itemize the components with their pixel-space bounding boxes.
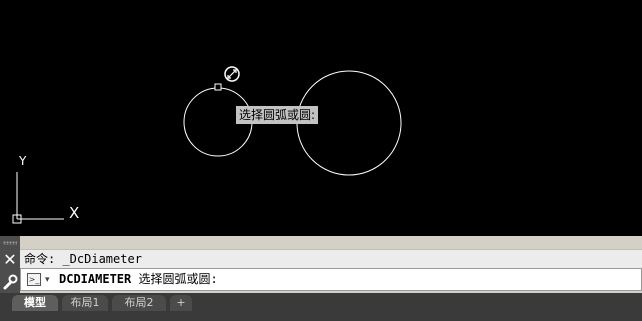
tab-model[interactable]: 模型 bbox=[12, 295, 58, 311]
tab-layout1[interactable]: 布局1 bbox=[62, 295, 108, 311]
drawing-area[interactable]: Y X 选择圆弧或圆: bbox=[0, 0, 642, 236]
wrench-icon[interactable] bbox=[0, 272, 20, 292]
ucs-icon: Y X bbox=[12, 154, 79, 224]
tab-layout2[interactable]: 布局2 bbox=[112, 295, 166, 311]
selection-tooltip: 选择圆弧或圆: bbox=[236, 106, 319, 124]
command-line-panel: ✕ 命令: _DcDiameter >_ ▾ DCDIAMETER 选择圆弧或圆… bbox=[0, 236, 642, 293]
tab-add-layout[interactable]: + bbox=[170, 295, 192, 311]
dropdown-icon[interactable]: ▾ bbox=[45, 272, 50, 288]
panel-grip-icon[interactable] bbox=[3, 241, 17, 245]
ucs-y-label: Y bbox=[18, 154, 27, 168]
command-prompt-icon[interactable]: >_ bbox=[27, 273, 41, 286]
command-prompt: DCDIAMETER 选择圆弧或圆: bbox=[59, 269, 218, 290]
drawing-geometry: Y X bbox=[12, 66, 402, 224]
command-history: 命令: _DcDiameter bbox=[20, 249, 642, 268]
layout-tabs: 模型 布局1 布局2 + bbox=[0, 293, 642, 321]
command-input[interactable]: >_ ▾ DCDIAMETER 选择圆弧或圆: bbox=[20, 268, 642, 291]
command-panel-sidebar: ✕ bbox=[0, 236, 20, 293]
pickbox-icon bbox=[214, 83, 222, 91]
close-icon[interactable]: ✕ bbox=[0, 250, 20, 270]
command-prompt-text: 选择圆弧或圆: bbox=[138, 272, 218, 286]
command-name: DCDIAMETER bbox=[59, 272, 132, 286]
zoom-cursor-icon bbox=[224, 66, 240, 82]
ucs-x-label: X bbox=[69, 204, 79, 222]
